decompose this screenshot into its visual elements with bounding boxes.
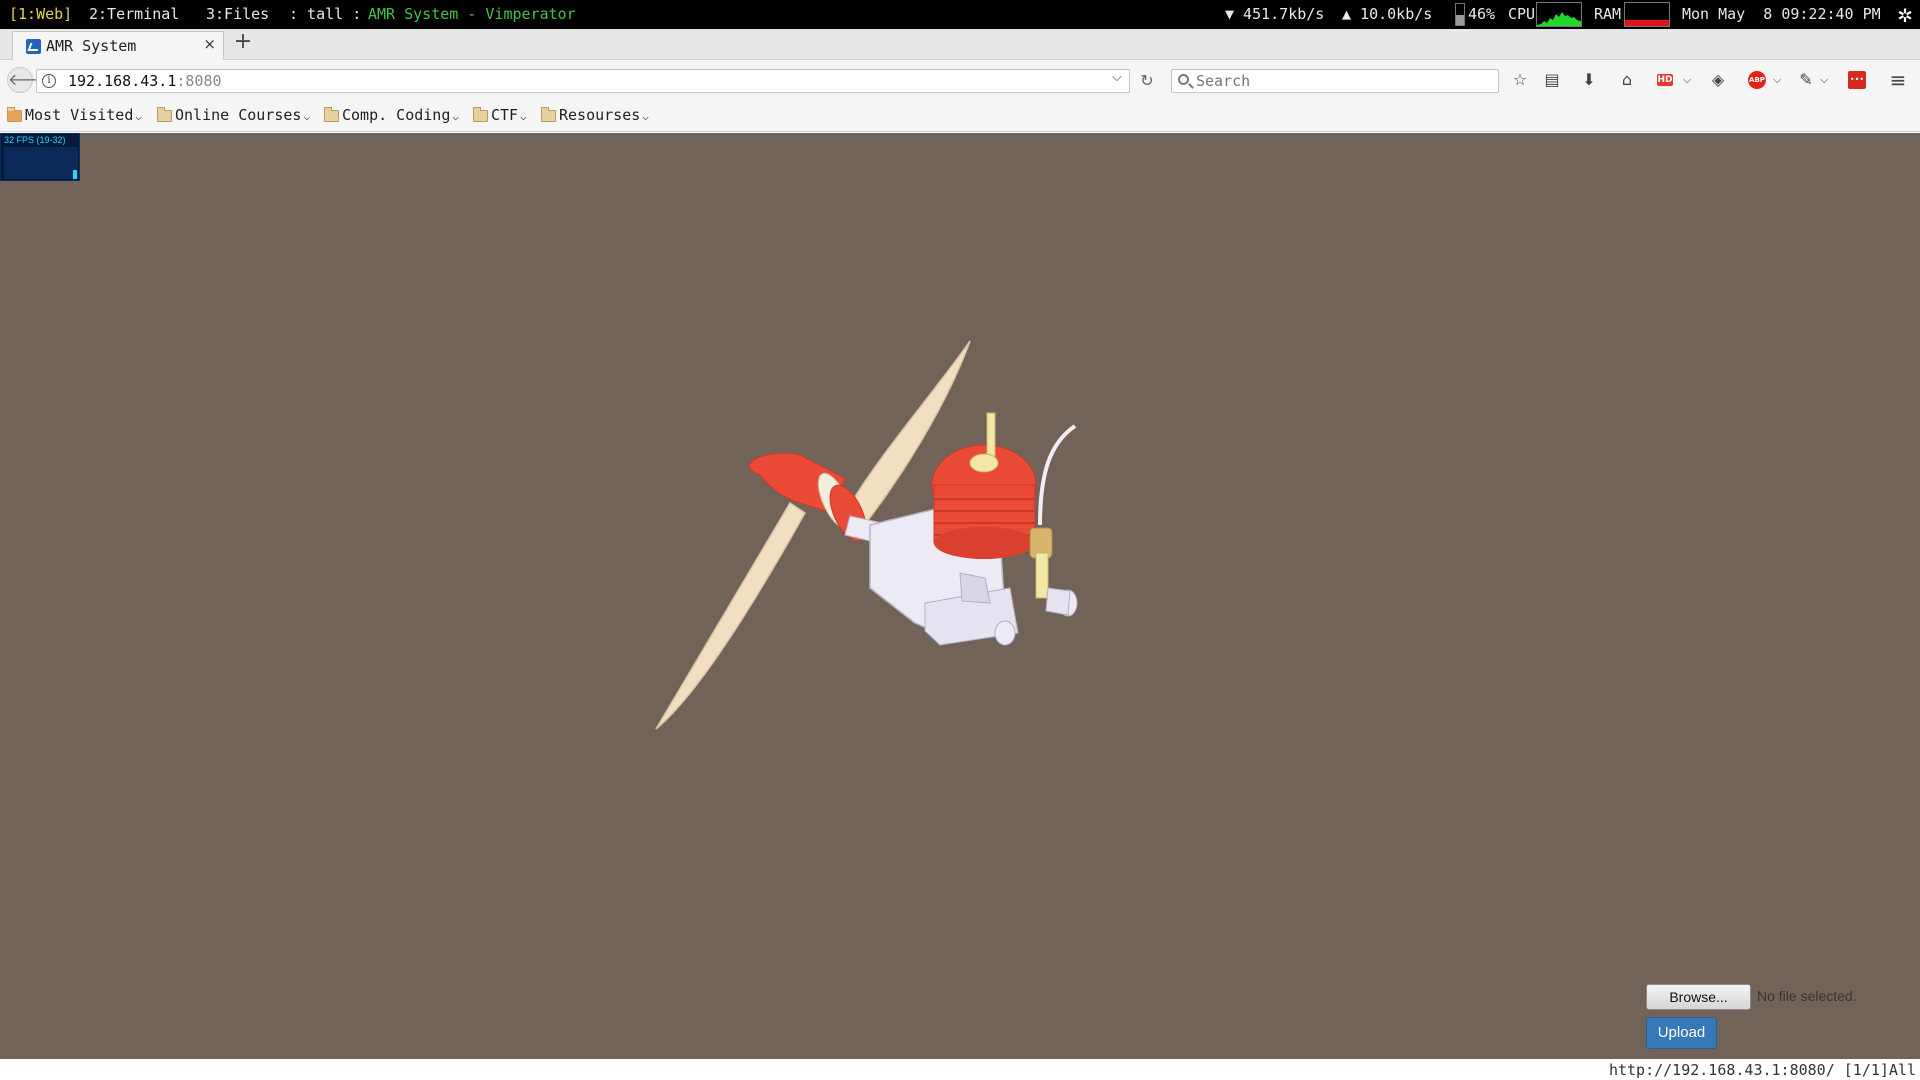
rear-cover — [994, 620, 1016, 646]
status-url: http://192.168.43.1:8080/ [1/1]All — [1608, 1061, 1916, 1079]
tab-title: AMR System — [46, 37, 137, 55]
tab-strip: AMR System × + — [0, 29, 1920, 60]
propeller-blade-lower — [655, 501, 806, 730]
clock: Mon May 8 09:22:40 PM — [1682, 5, 1881, 23]
cpu-percent: 46% — [1468, 5, 1496, 23]
chevron-down-icon: ⌵ — [135, 110, 142, 123]
bookmarks-toolbar: Most Visited ⌵ Online Courses ⌵ Comp. Codi… — [0, 98, 1920, 132]
cpu-label: CPU — [1508, 5, 1536, 23]
extension-icon[interactable]: ✎ — [1794, 69, 1818, 91]
bookmark-most-visited[interactable]: Most Visited ⌵ — [7, 106, 142, 124]
folder-icon — [541, 107, 556, 122]
layout-indicator: : tall : — [289, 5, 362, 23]
pocket-icon[interactable]: ◈ — [1706, 69, 1730, 91]
info-icon[interactable]: i — [42, 74, 56, 88]
back-icon[interactable]: 🡐 — [7, 67, 51, 93]
url-bar[interactable]: i 192.168.43.1:8080 ⌵ — [36, 69, 1130, 93]
search-input[interactable] — [1196, 71, 1486, 91]
window-title: AMR System - Vimperator — [368, 5, 576, 23]
search-bar[interactable] — [1171, 69, 1499, 93]
chevron-down-icon[interactable]: ⌵ — [1773, 69, 1781, 91]
status-line: http://192.168.43.1:8080/ [1/1]All — [0, 1059, 1920, 1080]
red-extension-icon[interactable]: ••• — [1848, 71, 1866, 89]
new-tab-button[interactable]: + — [232, 29, 254, 54]
tab-amr-system[interactable]: AMR System × — [12, 31, 224, 60]
favicon-icon — [26, 39, 41, 54]
ram-graph — [1624, 2, 1670, 27]
search-icon — [1178, 74, 1189, 85]
file-status: No file selected. — [1757, 988, 1857, 1004]
folder-icon — [473, 107, 488, 122]
bookmark-star-icon[interactable]: ☆ — [1508, 69, 1532, 91]
folder-icon — [7, 107, 22, 122]
net-download-rate: ▼ 451.7kb/s — [1225, 5, 1325, 23]
menu-icon[interactable]: ≡ — [1886, 69, 1910, 91]
chevron-down-icon: ⌵ — [520, 110, 527, 123]
chevron-down-icon[interactable]: ⌵ — [1683, 69, 1691, 91]
bookmark-online-courses[interactable]: Online Courses ⌵ — [157, 106, 310, 124]
bookmark-label: Online Courses — [175, 106, 302, 124]
bookmark-label: Comp. Coding — [342, 106, 451, 124]
navigation-toolbar: 🡐 i 192.168.43.1:8080 ⌵ ↻ ☆ ▤ ⬇ ⌂ HD ⌵ ◈… — [0, 60, 1920, 98]
url-port: :8080 — [176, 72, 222, 90]
fuel-line — [1038, 424, 1077, 526]
bookmark-label: CTF — [491, 106, 519, 124]
bookmark-label: Resourses — [559, 106, 641, 124]
adblock-plus-icon[interactable]: ABP — [1748, 71, 1766, 89]
chevron-down-icon[interactable]: ⌵ — [1820, 69, 1828, 91]
reload-icon[interactable]: ↻ — [1136, 70, 1158, 92]
bookmark-resourses[interactable]: Resourses ⌵ — [541, 106, 649, 124]
bookmark-ctf[interactable]: CTF ⌵ — [473, 106, 527, 124]
home-icon[interactable]: ⌂ — [1615, 69, 1639, 91]
chevron-down-icon: ⌵ — [642, 110, 649, 123]
url-host: 192.168.43.1 — [68, 72, 177, 90]
upload-button[interactable]: Upload — [1646, 1017, 1717, 1049]
hd-extension-icon[interactable]: HD — [1657, 74, 1673, 86]
battery-icon — [1455, 3, 1465, 26]
gear-icon[interactable]: ✲ — [1892, 1, 1918, 27]
url-text[interactable]: 192.168.43.1:8080 — [68, 72, 222, 90]
download-icon[interactable]: ⬇ — [1577, 69, 1601, 91]
chevron-down-icon: ⌵ — [452, 110, 459, 123]
net-upload-rate: ▲ 10.0kb/s — [1342, 5, 1433, 23]
folder-icon — [324, 107, 339, 122]
wm-status-bar: [1:Web] 2:Terminal 3:Files : tall : AMR … — [0, 0, 1920, 29]
close-icon[interactable]: × — [203, 35, 216, 53]
chevron-down-icon: ⌵ — [303, 110, 311, 123]
engine-model[interactable] — [0, 133, 1920, 1059]
bookmark-comp-coding[interactable]: Comp. Coding ⌵ — [324, 106, 459, 124]
chevron-down-icon[interactable]: ⌵ — [1112, 70, 1122, 85]
workspace-terminal[interactable]: 2:Terminal — [89, 5, 179, 23]
browse-button[interactable]: Browse... — [1646, 984, 1751, 1010]
workspace-files[interactable]: 3:Files — [206, 5, 269, 23]
bookmark-label: Most Visited — [25, 106, 134, 124]
3d-viewport[interactable]: 32 FPS (19-32) Browse... No file selecte… — [0, 133, 1920, 1059]
workspace-web[interactable]: [1:Web] — [9, 5, 72, 23]
ram-label: RAM — [1594, 5, 1622, 23]
folder-icon — [157, 107, 172, 122]
reader-list-icon[interactable]: ▤ — [1540, 69, 1564, 91]
cpu-graph — [1536, 2, 1582, 27]
